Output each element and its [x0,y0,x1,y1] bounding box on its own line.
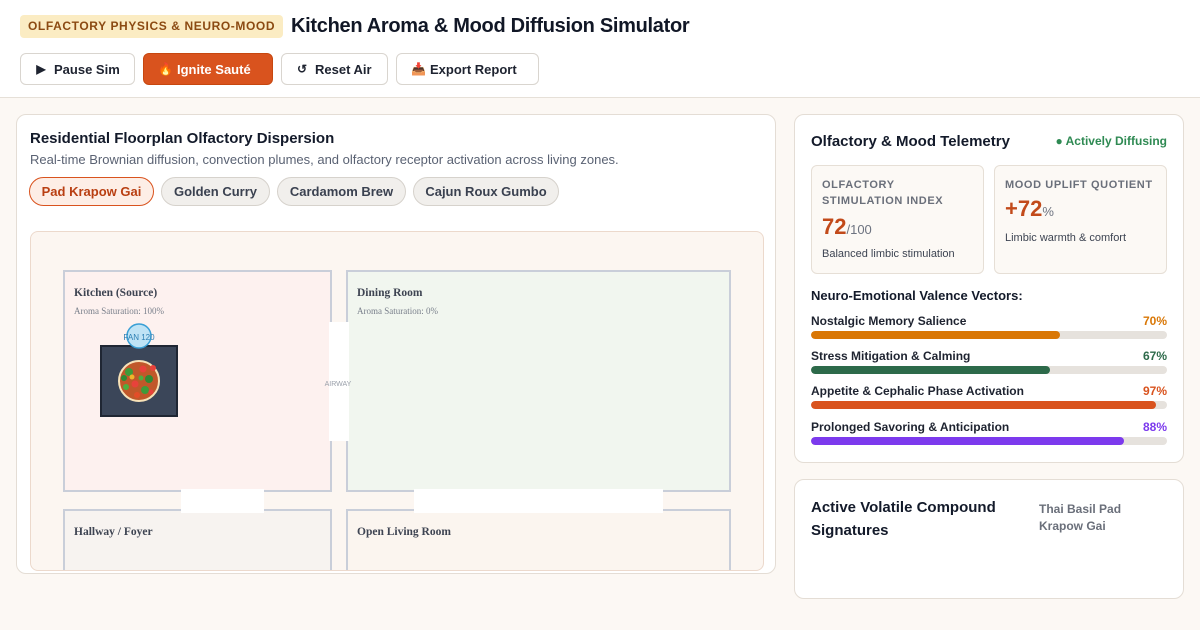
vector-track [811,331,1167,339]
floorplan-card: Residential Floorplan Olfactory Dispersi… [16,114,776,574]
vector-track [811,366,1167,374]
vector-fill [811,437,1125,445]
vector-name: Stress Mitigation & Calming [811,349,971,363]
vector-name: Prolonged Savoring & Anticipation [811,420,1010,434]
category-badge: OLFACTORY PHYSICS & NEURO-MOOD [20,15,284,38]
telemetry-card: Olfactory & Mood Telemetry ● Actively Di… [794,114,1184,463]
voc-recipe-name: Thai Basil Pad Krapow Gai [1039,502,1122,533]
valence-vector: Stress Mitigation & Calming 67% [811,349,1167,379]
doorway-dining-living [414,489,663,513]
doorway-kitchen-hallway [181,489,264,513]
vector-name: Nostalgic Memory Salience [811,314,967,328]
valence-vector: Prolonged Savoring & Anticipation 88% [811,420,1167,450]
mood-uplift-metric: MOOD UPLIFT QUOTIENT +72% Limbic warmth … [994,165,1167,274]
vector-fill [811,331,1061,339]
valence-vector: Appetite & Cephalic Phase Activation 97% [811,384,1167,414]
ignite-saute-button[interactable]: 🔥 Ignite Sauté [143,53,273,85]
floorplan-subtitle: Real-time Brownian diffusion, convection… [30,152,619,167]
metric-value: +72% [1005,196,1054,222]
vector-percent: 97% [1142,384,1167,398]
metric-description: Limbic warmth & comfort [1005,232,1127,244]
floorplan-canvas[interactable]: Kitchen (Source) Aroma Saturation: 100% … [30,231,764,571]
living-room[interactable] [346,509,731,571]
export-report-button[interactable]: 📥 Export Report [396,53,539,85]
hallway-room[interactable] [63,509,332,571]
vector-percent: 67% [1142,349,1167,363]
play-icon: ▶ [36,62,46,76]
olfactory-stimulation-metric: OLFACTORY STIMULATION INDEX 72/100 Balan… [811,165,984,274]
metric-description: Balanced limbic stimulation [822,248,955,260]
valence-vectors-heading: Neuro-Emotional Valence Vectors: [811,288,1023,303]
vector-fill [811,366,1050,374]
reset-air-label: Reset Air [315,61,372,77]
export-report-label: Export Report [430,61,517,77]
pause-sim-button[interactable]: ▶ Pause Sim [20,53,135,85]
recipe-tab-cardamom-brew[interactable]: Cardamom Brew [277,177,406,206]
metric-unit: /100 [846,222,872,237]
app-header: OLFACTORY PHYSICS & NEURO-MOOD Kitchen A… [0,0,1200,98]
vector-track [811,401,1167,409]
diffusing-status: ● Actively Diffusing [1055,134,1168,148]
reset-air-button[interactable]: ↺ Reset Air [281,53,388,85]
voc-card: Active Volatile Compound Signatures Thai… [794,479,1184,599]
app-title: Kitchen Aroma & Mood Diffusion Simulator [291,15,690,37]
voc-title: Active Volatile Compound Signatures [811,499,996,539]
vector-percent: 70% [1142,314,1167,328]
ignite-saute-label: Ignite Sauté [177,61,251,77]
fan-label: FAN 120 [123,333,155,342]
metric-label: MOOD UPLIFT QUOTIENT [1005,179,1153,191]
export-icon: 📥 [411,62,426,76]
metric-label: OLFACTORY STIMULATION INDEX [822,179,944,207]
vector-fill [811,401,1157,409]
reset-icon: ↺ [296,62,308,76]
living-label: Open Living Room [357,526,451,538]
telemetry-title: Olfactory & Mood Telemetry [811,133,1010,150]
metric-number: +72 [1005,196,1043,221]
dining-saturation: Aroma Saturation: 0% [357,306,438,316]
dining-room[interactable] [346,270,731,492]
hallway-label: Hallway / Foyer [74,526,153,538]
floorplan-title: Residential Floorplan Olfactory Dispersi… [30,130,335,147]
vector-percent: 88% [1142,420,1167,434]
dining-label: Dining Room [357,287,423,299]
pause-sim-label: Pause Sim [54,61,120,77]
recipe-tab-golden-curry[interactable]: Golden Curry [161,177,270,206]
vector-track [811,437,1167,445]
airway-label: AIRWAY [325,381,352,388]
metric-unit: % [1042,204,1054,219]
kitchen-saturation: Aroma Saturation: 100% [74,306,164,316]
metric-number: 72 [822,214,847,239]
metric-value: 72/100 [822,214,872,240]
recipe-tab-cajun-roux-gumbo[interactable]: Cajun Roux Gumbo [413,177,559,206]
valence-vector: Nostalgic Memory Salience 70% [811,314,1167,344]
kitchen-label: Kitchen (Source) [74,287,157,299]
fire-icon: 🔥 [158,62,173,76]
recipe-tab-pad-krapow-gai[interactable]: Pad Krapow Gai [29,177,154,206]
vector-name: Appetite & Cephalic Phase Activation [811,384,1024,398]
